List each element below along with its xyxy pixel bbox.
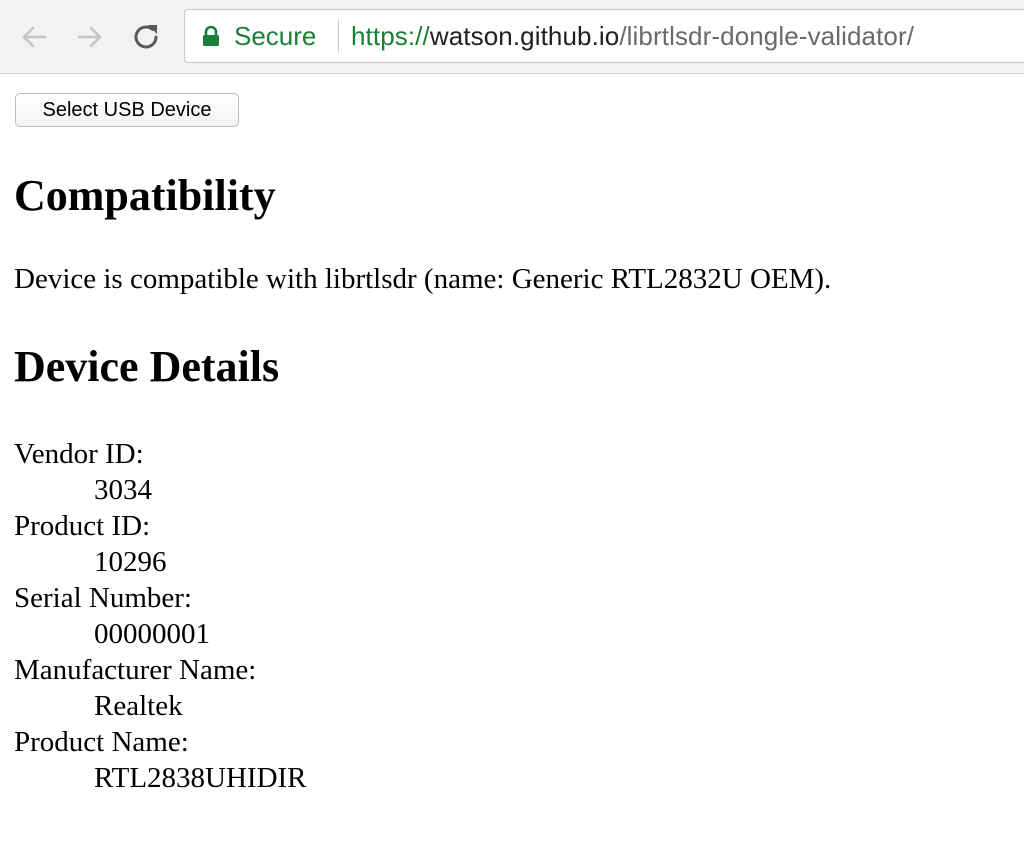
device-details-heading: Device Details bbox=[14, 342, 280, 391]
lock-icon bbox=[203, 25, 219, 46]
arrow-right-icon bbox=[77, 26, 102, 48]
select-usb-device-button[interactable]: Select USB Device bbox=[15, 93, 239, 127]
reload-icon bbox=[134, 25, 158, 49]
vendor-id-label: Vendor ID: bbox=[14, 438, 144, 470]
address-divider bbox=[338, 20, 339, 52]
reload-button[interactable] bbox=[127, 18, 165, 56]
back-button[interactable] bbox=[15, 18, 53, 56]
product-id-value: 10296 bbox=[94, 546, 167, 578]
arrow-left-icon bbox=[22, 26, 47, 48]
forward-button[interactable] bbox=[71, 18, 109, 56]
serial-number-value: 00000001 bbox=[94, 618, 210, 650]
address-bar[interactable]: Secure https://watson.github.io/librtlsd… bbox=[184, 9, 1024, 63]
manufacturer-name-label: Manufacturer Name: bbox=[14, 654, 257, 686]
browser-toolbar: Secure https://watson.github.io/librtlsd… bbox=[0, 0, 1024, 74]
url-path: /librtlsdr-dongle-validator/ bbox=[619, 21, 915, 51]
product-name-label: Product Name: bbox=[14, 726, 189, 758]
product-name-value: RTL2838UHIDIR bbox=[94, 762, 307, 794]
url-scheme: https:// bbox=[351, 21, 430, 51]
manufacturer-name-value: Realtek bbox=[94, 690, 183, 722]
vendor-id-value: 3034 bbox=[94, 474, 152, 506]
serial-number-label: Serial Number: bbox=[14, 582, 192, 614]
url-host: watson.github.io bbox=[429, 21, 620, 51]
url-text[interactable]: https://watson.github.io/librtlsdr-dongl… bbox=[351, 21, 914, 52]
compatibility-message: Device is compatible with librtlsdr (nam… bbox=[14, 263, 832, 295]
compatibility-heading: Compatibility bbox=[14, 171, 276, 220]
security-label[interactable]: Secure bbox=[234, 21, 316, 52]
product-id-label: Product ID: bbox=[14, 510, 151, 542]
device-details-list: Vendor ID: 3034 Product ID: 10296 Serial… bbox=[14, 436, 307, 796]
